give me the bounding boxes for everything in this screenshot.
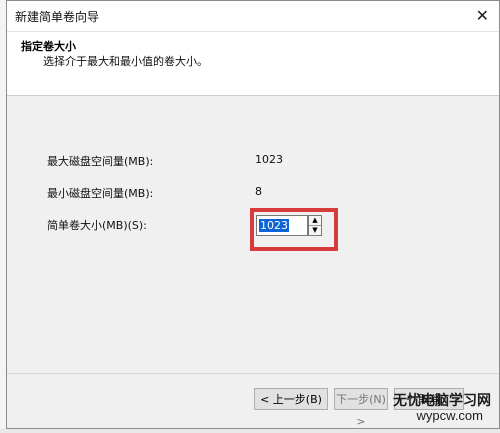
window-title: 新建简单卷向导 <box>15 10 100 24</box>
volume-size-stepper[interactable]: ▲ ▼ <box>308 215 322 236</box>
min-size-value: 8 <box>255 185 262 198</box>
watermark-title: 无忧电脑学习网 <box>393 393 491 409</box>
wizard-header: 指定卷大小 选择介于最大和最小值的卷大小。 <box>7 32 499 96</box>
spin-down-icon[interactable]: ▼ <box>309 225 321 235</box>
volume-size-label: 简单卷大小(MB)(S): <box>47 219 147 232</box>
volume-size-input[interactable]: 1023 <box>256 215 308 236</box>
title-bar: 新建简单卷向导 ✕ <box>7 1 499 32</box>
volume-size-value: 1023 <box>259 219 289 232</box>
min-size-label: 最小磁盘空间量(MB): <box>47 187 154 200</box>
page-title: 指定卷大小 <box>21 40 76 53</box>
watermark-url: wypcw.com <box>416 408 483 423</box>
max-size-value: 1023 <box>255 153 283 166</box>
close-icon[interactable]: ✕ <box>476 6 489 25</box>
page-subtitle: 选择介于最大和最小值的卷大小。 <box>43 55 208 68</box>
back-button[interactable]: < 上一步(B) <box>254 388 328 410</box>
spin-up-icon[interactable]: ▲ <box>309 216 321 225</box>
new-simple-volume-wizard: 新建简单卷向导 ✕ 指定卷大小 选择介于最大和最小值的卷大小。 最大磁盘空间量(… <box>6 0 500 429</box>
max-size-label: 最大磁盘空间量(MB): <box>47 155 154 168</box>
next-button[interactable]: 下一步(N) > <box>334 388 388 428</box>
